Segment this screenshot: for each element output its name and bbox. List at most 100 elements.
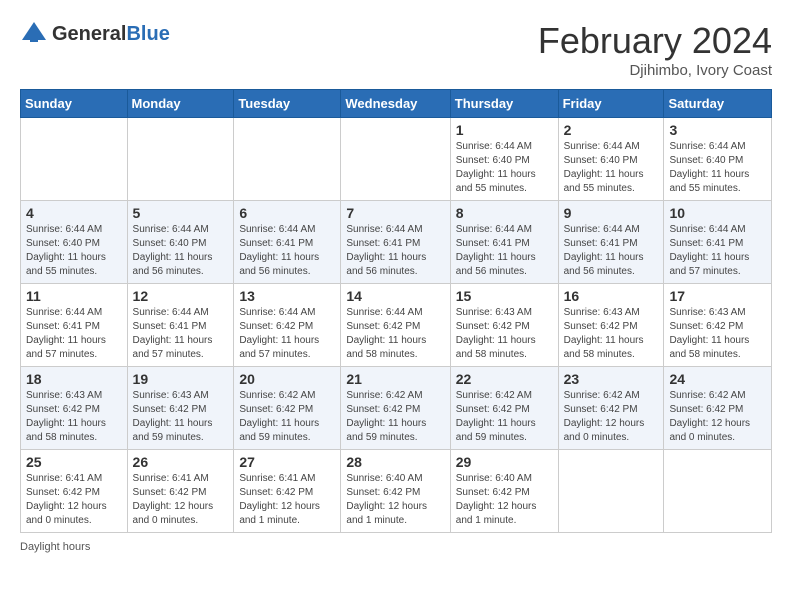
- day-info: Sunrise: 6:43 AM Sunset: 6:42 PM Dayligh…: [133, 389, 229, 445]
- calendar-cell: 28 Sunrise: 6:40 AM Sunset: 6:42 PM Dayli…: [341, 450, 450, 533]
- calendar-cell: 19 Sunrise: 6:43 AM Sunset: 6:42 PM Dayli…: [127, 367, 234, 450]
- day-info: Sunrise: 6:42 AM Sunset: 6:42 PM Dayligh…: [669, 389, 766, 445]
- day-info: Sunrise: 6:40 AM Sunset: 6:42 PM Dayligh…: [346, 472, 444, 528]
- calendar-cell: 9 Sunrise: 6:44 AM Sunset: 6:41 PM Daylig…: [558, 201, 664, 284]
- day-info: Sunrise: 6:44 AM Sunset: 6:41 PM Dayligh…: [26, 306, 122, 362]
- day-info: Sunrise: 6:42 AM Sunset: 6:42 PM Dayligh…: [239, 389, 335, 445]
- logo-icon: [20, 20, 48, 48]
- day-number: 19: [133, 371, 229, 387]
- day-info: Sunrise: 6:44 AM Sunset: 6:40 PM Dayligh…: [564, 140, 659, 196]
- calendar-cell: 2 Sunrise: 6:44 AM Sunset: 6:40 PM Daylig…: [558, 118, 664, 201]
- day-info: Sunrise: 6:44 AM Sunset: 6:40 PM Dayligh…: [26, 223, 122, 279]
- day-info: Sunrise: 6:44 AM Sunset: 6:41 PM Dayligh…: [669, 223, 766, 279]
- day-info: Sunrise: 6:41 AM Sunset: 6:42 PM Dayligh…: [26, 472, 122, 528]
- daylight-label: Daylight hours: [20, 541, 90, 553]
- day-info: Sunrise: 6:44 AM Sunset: 6:40 PM Dayligh…: [669, 140, 766, 196]
- calendar-cell: [234, 118, 341, 201]
- header-cell-tuesday: Tuesday: [234, 90, 341, 118]
- title-block: February 2024 Djihimbo, Ivory Coast: [538, 20, 772, 79]
- calendar-cell: 26Sunrise: 6:41 AM Sunset: 6:42 PM Dayli…: [127, 450, 234, 533]
- day-number: 17: [669, 288, 766, 304]
- day-number: 26: [133, 454, 229, 470]
- header-cell-saturday: Saturday: [664, 90, 772, 118]
- calendar-footer: Daylight hours: [20, 541, 772, 553]
- day-info: Sunrise: 6:44 AM Sunset: 6:41 PM Dayligh…: [239, 223, 335, 279]
- calendar-cell: [127, 118, 234, 201]
- day-number: 21: [346, 371, 444, 387]
- day-number: 25: [26, 454, 122, 470]
- calendar-cell: 18Sunrise: 6:43 AM Sunset: 6:42 PM Dayli…: [21, 367, 128, 450]
- day-number: 1: [456, 122, 553, 138]
- calendar-cell: 23Sunrise: 6:42 AM Sunset: 6:42 PM Dayli…: [558, 367, 664, 450]
- calendar-cell: [341, 118, 450, 201]
- calendar-cell: 27 Sunrise: 6:41 AM Sunset: 6:42 PM Dayli…: [234, 450, 341, 533]
- calendar-cell: 17 Sunrise: 6:43 AM Sunset: 6:42 PM Dayli…: [664, 284, 772, 367]
- day-info: Sunrise: 6:44 AM Sunset: 6:40 PM Dayligh…: [456, 140, 553, 196]
- calendar-cell: 1 Sunrise: 6:44 AM Sunset: 6:40 PM Daylig…: [450, 118, 558, 201]
- calendar-week-row: 1 Sunrise: 6:44 AM Sunset: 6:40 PM Daylig…: [21, 118, 772, 201]
- day-number: 20: [239, 371, 335, 387]
- day-number: 22: [456, 371, 553, 387]
- header-cell-wednesday: Wednesday: [341, 90, 450, 118]
- day-info: Sunrise: 6:44 AM Sunset: 6:41 PM Dayligh…: [564, 223, 659, 279]
- calendar-cell: 14Sunrise: 6:44 AM Sunset: 6:42 PM Dayli…: [341, 284, 450, 367]
- day-number: 5: [133, 205, 229, 221]
- calendar-cell: 21 Sunrise: 6:42 AM Sunset: 6:42 PM Dayli…: [341, 367, 450, 450]
- day-number: 15: [456, 288, 553, 304]
- day-info: Sunrise: 6:44 AM Sunset: 6:41 PM Dayligh…: [456, 223, 553, 279]
- header-cell-friday: Friday: [558, 90, 664, 118]
- calendar-cell: 24 Sunrise: 6:42 AM Sunset: 6:42 PM Dayli…: [664, 367, 772, 450]
- calendar-cell: 8Sunrise: 6:44 AM Sunset: 6:41 PM Daylig…: [450, 201, 558, 284]
- logo-general: General: [52, 23, 126, 45]
- day-number: 7: [346, 205, 444, 221]
- day-number: 27: [239, 454, 335, 470]
- calendar-cell: [21, 118, 128, 201]
- location-subtitle: Djihimbo, Ivory Coast: [538, 62, 772, 79]
- calendar-cell: [558, 450, 664, 533]
- day-number: 4: [26, 205, 122, 221]
- month-year-title: February 2024: [538, 20, 772, 62]
- day-number: 3: [669, 122, 766, 138]
- logo: GeneralBlue: [20, 20, 170, 48]
- day-info: Sunrise: 6:41 AM Sunset: 6:42 PM Dayligh…: [239, 472, 335, 528]
- calendar-cell: 4 Sunrise: 6:44 AM Sunset: 6:40 PM Daylig…: [21, 201, 128, 284]
- calendar-week-row: 25 Sunrise: 6:41 AM Sunset: 6:42 PM Dayli…: [21, 450, 772, 533]
- calendar-cell: 5 Sunrise: 6:44 AM Sunset: 6:40 PM Daylig…: [127, 201, 234, 284]
- day-number: 11: [26, 288, 122, 304]
- calendar-table: SundayMondayTuesdayWednesdayThursdayFrid…: [20, 89, 772, 533]
- day-info: Sunrise: 6:42 AM Sunset: 6:42 PM Dayligh…: [456, 389, 553, 445]
- day-info: Sunrise: 6:44 AM Sunset: 6:42 PM Dayligh…: [239, 306, 335, 362]
- day-info: Sunrise: 6:44 AM Sunset: 6:40 PM Dayligh…: [133, 223, 229, 279]
- day-number: 2: [564, 122, 659, 138]
- calendar-cell: 7 Sunrise: 6:44 AM Sunset: 6:41 PM Daylig…: [341, 201, 450, 284]
- calendar-cell: 16Sunrise: 6:43 AM Sunset: 6:42 PM Dayli…: [558, 284, 664, 367]
- day-number: 9: [564, 205, 659, 221]
- day-info: Sunrise: 6:44 AM Sunset: 6:41 PM Dayligh…: [133, 306, 229, 362]
- day-info: Sunrise: 6:43 AM Sunset: 6:42 PM Dayligh…: [564, 306, 659, 362]
- page-header: GeneralBlue February 2024 Djihimbo, Ivor…: [20, 20, 772, 79]
- day-number: 10: [669, 205, 766, 221]
- day-number: 13: [239, 288, 335, 304]
- calendar-week-row: 4 Sunrise: 6:44 AM Sunset: 6:40 PM Daylig…: [21, 201, 772, 284]
- day-number: 6: [239, 205, 335, 221]
- day-number: 29: [456, 454, 553, 470]
- day-info: Sunrise: 6:42 AM Sunset: 6:42 PM Dayligh…: [346, 389, 444, 445]
- header-cell-sunday: Sunday: [21, 90, 128, 118]
- calendar-cell: [664, 450, 772, 533]
- day-number: 24: [669, 371, 766, 387]
- day-info: Sunrise: 6:44 AM Sunset: 6:42 PM Dayligh…: [346, 306, 444, 362]
- header-cell-thursday: Thursday: [450, 90, 558, 118]
- calendar-week-row: 11 Sunrise: 6:44 AM Sunset: 6:41 PM Dayli…: [21, 284, 772, 367]
- header-row: SundayMondayTuesdayWednesdayThursdayFrid…: [21, 90, 772, 118]
- day-info: Sunrise: 6:44 AM Sunset: 6:41 PM Dayligh…: [346, 223, 444, 279]
- day-number: 18: [26, 371, 122, 387]
- calendar-cell: 10 Sunrise: 6:44 AM Sunset: 6:41 PM Dayli…: [664, 201, 772, 284]
- calendar-cell: 29Sunrise: 6:40 AM Sunset: 6:42 PM Dayli…: [450, 450, 558, 533]
- calendar-cell: 11 Sunrise: 6:44 AM Sunset: 6:41 PM Dayli…: [21, 284, 128, 367]
- day-number: 23: [564, 371, 659, 387]
- calendar-cell: 6 Sunrise: 6:44 AM Sunset: 6:41 PM Daylig…: [234, 201, 341, 284]
- day-number: 28: [346, 454, 444, 470]
- day-info: Sunrise: 6:43 AM Sunset: 6:42 PM Dayligh…: [669, 306, 766, 362]
- calendar-cell: 20 Sunrise: 6:42 AM Sunset: 6:42 PM Dayli…: [234, 367, 341, 450]
- calendar-week-row: 18 Sunrise: 6:43 AM Sunset: 6:42 PM Dayli…: [21, 367, 772, 450]
